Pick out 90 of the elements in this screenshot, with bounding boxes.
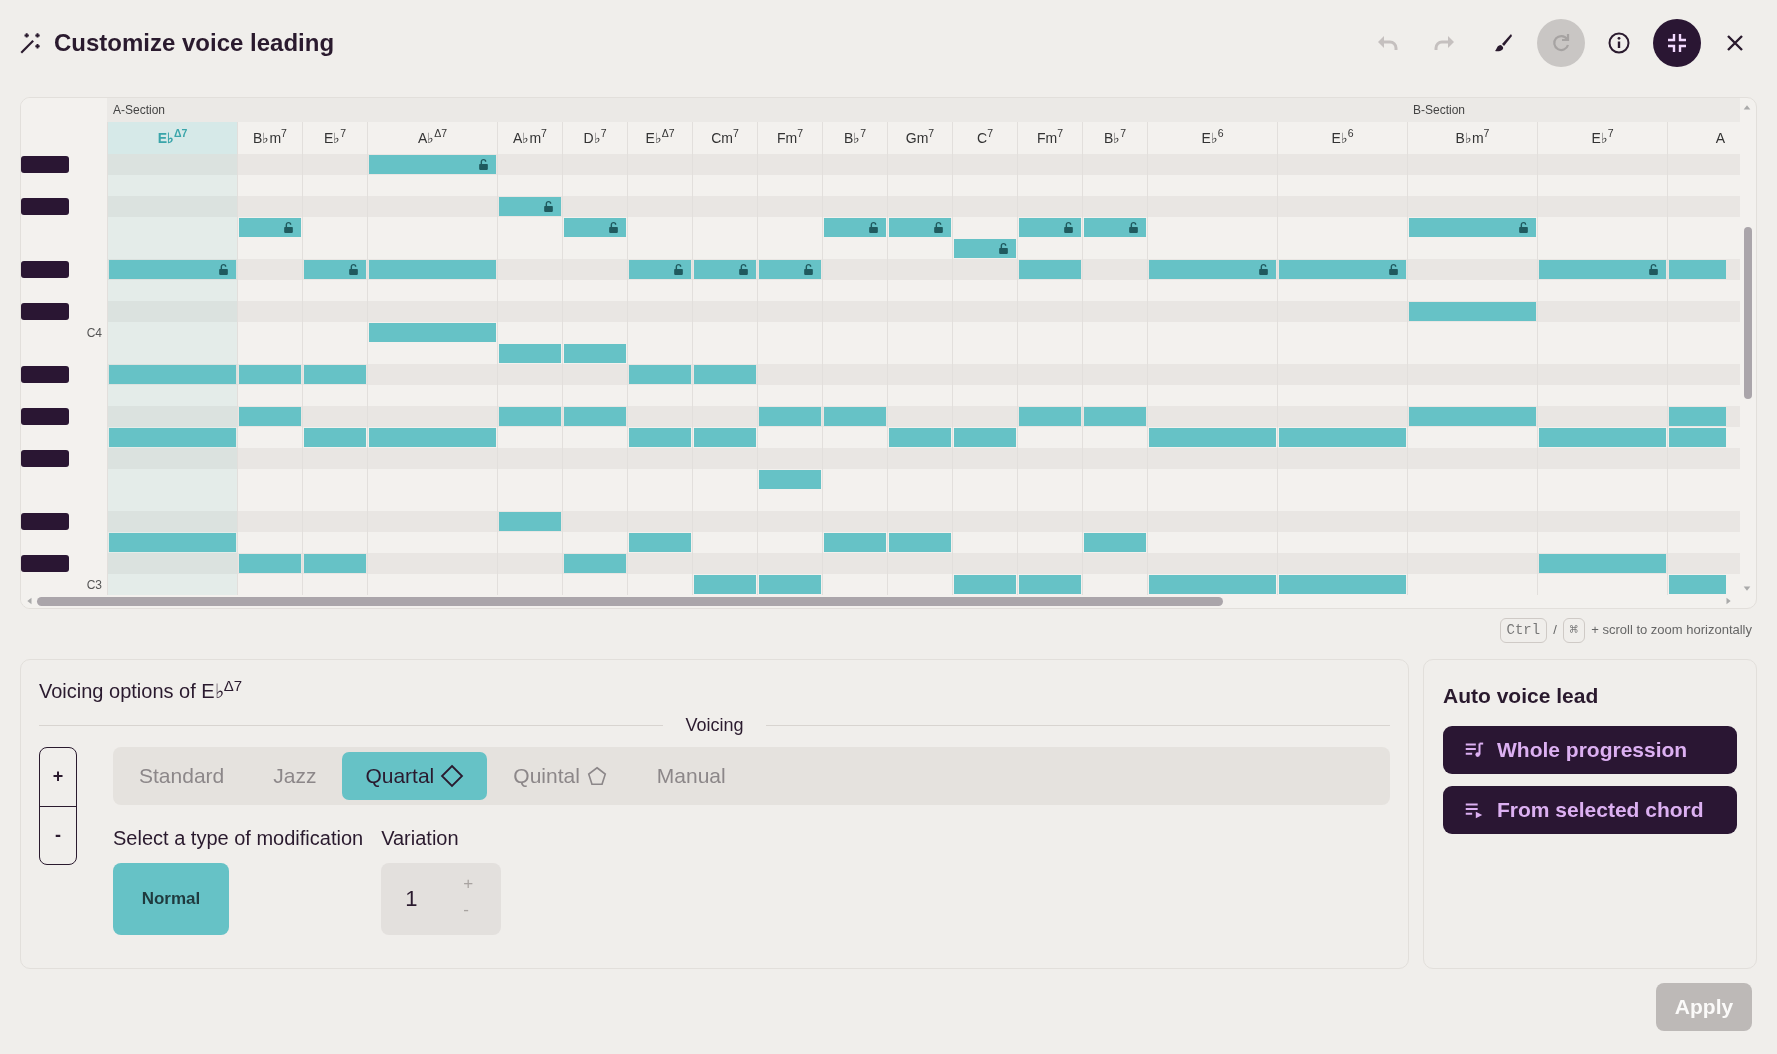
field-label: Select a type of modification (113, 826, 364, 851)
piano-key[interactable] (21, 261, 69, 278)
note-block[interactable] (109, 260, 236, 279)
chord-header[interactable]: A (1668, 122, 1727, 154)
piano-key[interactable] (21, 555, 69, 572)
section-label: B-Section (1413, 102, 1466, 119)
divider-label: Voicing (685, 714, 744, 737)
chord-header[interactable]: C$^{7}$ (953, 122, 1017, 154)
note-block[interactable] (759, 260, 821, 279)
note-block[interactable] (1084, 218, 1146, 237)
chord-header[interactable]: A♭$^{Δ7}$ (368, 122, 497, 154)
note-block[interactable] (1019, 218, 1081, 237)
section-label: A-Section (113, 102, 166, 119)
decrease-button[interactable]: - (40, 805, 76, 864)
chord-header[interactable]: E♭$^{7}$ (303, 122, 367, 154)
chord-header[interactable]: B♭$^{7}$ (823, 122, 887, 154)
chord-header[interactable]: B♭$^{7}$ (1083, 122, 1147, 154)
chord-header[interactable]: Gm$^{7}$ (888, 122, 952, 154)
horizontal-scrollbar[interactable] (37, 597, 1223, 606)
zoom-hint: + scroll to zoom horizontally (1591, 621, 1752, 640)
padlock-icon (1062, 221, 1075, 234)
info-icon (1607, 31, 1631, 55)
padlock-icon (217, 263, 230, 276)
padlock-icon (867, 221, 880, 234)
note-block[interactable] (954, 239, 1016, 258)
padlock-icon (1387, 263, 1400, 276)
piano-key[interactable] (21, 156, 69, 173)
field-label: Variation (381, 826, 460, 851)
padlock-icon (282, 221, 295, 234)
note-block[interactable] (1279, 260, 1406, 279)
note-block[interactable] (889, 218, 951, 237)
pentagon-icon (585, 765, 608, 787)
piano-key[interactable] (21, 513, 69, 530)
chord-header[interactable]: B♭m$^{7}$ (238, 122, 302, 154)
note-block[interactable] (1149, 260, 1276, 279)
chord-header[interactable]: Fm$^{7}$ (758, 122, 822, 154)
note-block[interactable] (239, 218, 301, 237)
note-block[interactable] (824, 218, 886, 237)
separator-text: / (1553, 621, 1557, 640)
keyboard-key: Ctrl (1499, 617, 1548, 643)
voicing-tab[interactable]: Quartal (342, 752, 488, 800)
diamond-icon (440, 764, 465, 788)
padlock-icon (672, 263, 685, 276)
piano-key[interactable] (21, 450, 69, 467)
padlock-icon (1647, 263, 1660, 276)
collapse-button[interactable] (1653, 19, 1701, 67)
padlock-icon (737, 263, 750, 276)
octave-label: C3 (86, 576, 102, 594)
chord-header[interactable]: Cm$^{7}$ (693, 122, 757, 154)
increase-button[interactable]: + (40, 748, 76, 806)
window-title: Customize voice leading (54, 28, 335, 58)
chord-header[interactable]: A♭m$^{7}$ (498, 122, 562, 154)
chord-header[interactable]: E♭$^{Δ7}$ (628, 122, 692, 154)
note-block[interactable] (694, 260, 756, 279)
panel-title: Voicing options of E♭$^{Δ7}$ (39, 676, 244, 704)
note-block[interactable] (499, 197, 561, 216)
keyboard-key: ⌘ (1562, 617, 1586, 643)
panel-title: Auto voice lead (1443, 683, 1600, 709)
padlock-icon (477, 158, 490, 171)
piano-key[interactable] (21, 408, 69, 425)
padlock-icon (542, 200, 555, 213)
piano-key[interactable] (21, 198, 69, 215)
padlock-icon (347, 263, 360, 276)
padlock-icon (997, 242, 1010, 255)
vertical-scrollbar[interactable] (1744, 227, 1752, 399)
octave-label: C4 (86, 324, 102, 342)
note-block[interactable] (369, 155, 496, 174)
auto-lead-button[interactable]: Whole progression (1443, 725, 1737, 774)
note-block[interactable] (1409, 218, 1536, 237)
chord-header[interactable]: B♭m$^{7}$ (1408, 122, 1537, 154)
chord-header[interactable]: Fm$^{7}$ (1018, 122, 1082, 154)
padlock-icon (1517, 221, 1530, 234)
note-block[interactable] (629, 260, 691, 279)
note-block[interactable] (304, 260, 366, 279)
padlock-icon (802, 263, 815, 276)
piano-key[interactable] (21, 366, 69, 383)
auto-lead-button[interactable]: From selected chord (1443, 785, 1737, 834)
chord-header[interactable]: D♭$^{7}$ (563, 122, 627, 154)
padlock-icon (932, 221, 945, 234)
chord-header[interactable]: E♭$^{6}$ (1278, 122, 1407, 154)
piano-key[interactable] (21, 303, 69, 320)
note-block[interactable] (564, 218, 626, 237)
chord-header[interactable]: E♭$^{6}$ (1148, 122, 1277, 154)
collapse-icon (1665, 31, 1689, 55)
modification-button[interactable]: Normal (113, 863, 229, 935)
padlock-icon (607, 221, 620, 234)
note-block[interactable] (1539, 260, 1666, 279)
chord-header[interactable]: E♭$^{7}$ (1538, 122, 1667, 154)
padlock-icon (1257, 263, 1270, 276)
padlock-icon (1127, 221, 1140, 234)
